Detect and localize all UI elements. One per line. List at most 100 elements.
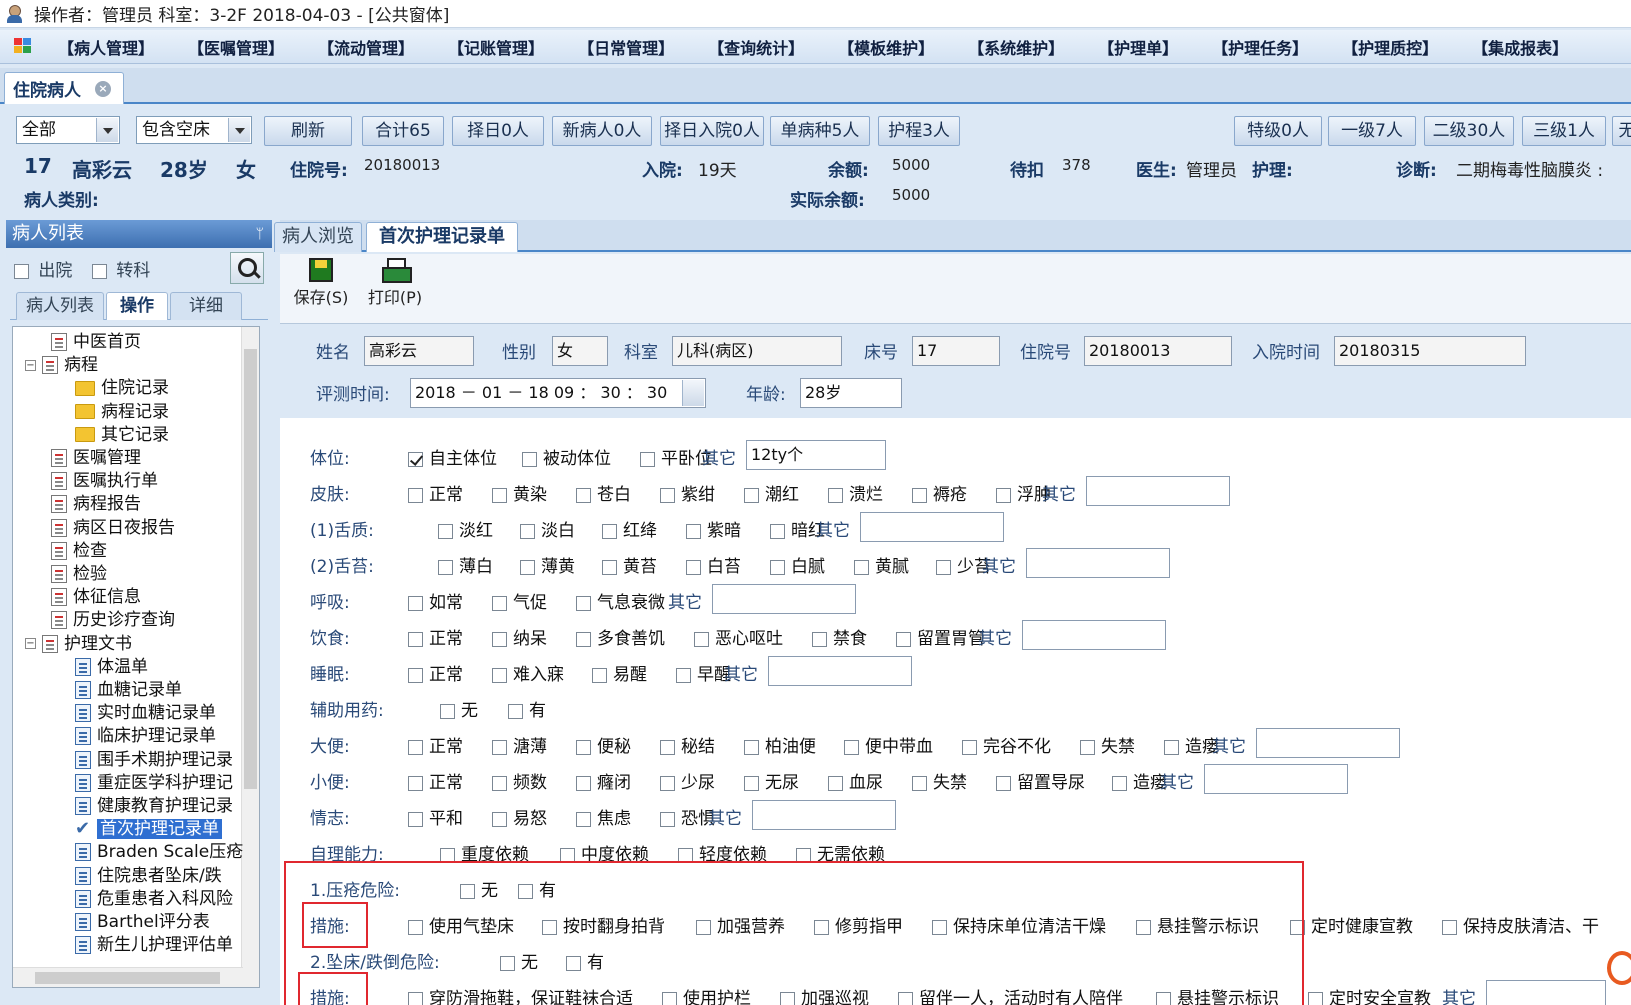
- option-8[interactable]: 造瘘: [1164, 732, 1219, 757]
- option-7[interactable]: 失禁: [1080, 732, 1135, 757]
- eval-time-picker[interactable]: 2018 － 01 － 18 09 ： 30 ： 30: [410, 378, 706, 408]
- other-input[interactable]: [712, 584, 856, 614]
- option-checkbox[interactable]: [844, 739, 859, 755]
- option-checkbox[interactable]: [744, 739, 759, 755]
- tree-item[interactable]: 病区日夜报告: [51, 517, 175, 539]
- option-0[interactable]: 正常: [408, 624, 463, 649]
- other-input[interactable]: [1256, 728, 1400, 758]
- option-checkbox[interactable]: [602, 523, 617, 539]
- option-checkbox[interactable]: [744, 487, 759, 503]
- option-checkbox[interactable]: [408, 739, 423, 755]
- option-0[interactable]: 淡红: [438, 516, 493, 541]
- option-1[interactable]: 频数: [492, 768, 547, 793]
- level-button-0[interactable]: 特级0人: [1234, 116, 1322, 146]
- option-checkbox[interactable]: [676, 667, 691, 683]
- option-3[interactable]: 白苔: [686, 552, 741, 577]
- option-3[interactable]: 早醒: [676, 660, 731, 685]
- option-3[interactable]: 秘结: [660, 732, 715, 757]
- tree-item[interactable]: 医嘱管理: [51, 447, 141, 469]
- tree-item[interactable]: 病程记录: [75, 401, 169, 423]
- option-1[interactable]: 易怒: [492, 804, 547, 829]
- left-tab-1[interactable]: 操作: [106, 292, 168, 320]
- left-tab-2[interactable]: 详细: [170, 292, 242, 320]
- option-6[interactable]: 失禁: [912, 768, 967, 793]
- print-button[interactable]: 打印(P): [364, 258, 426, 308]
- option-checkbox[interactable]: [912, 487, 927, 503]
- option-3[interactable]: 少尿: [660, 768, 715, 793]
- tree-item[interactable]: 重症医学科护理记: [75, 772, 233, 794]
- option-0[interactable]: 正常: [408, 732, 463, 757]
- option-checkbox[interactable]: [640, 451, 655, 467]
- other-input[interactable]: [860, 512, 1004, 542]
- filter-button-0[interactable]: 刷新: [264, 116, 352, 146]
- option-checkbox[interactable]: [576, 739, 591, 755]
- tree-item[interactable]: 其它记录: [75, 424, 169, 446]
- option-checkbox[interactable]: [686, 559, 701, 575]
- filter-button-5[interactable]: 单病种5人: [770, 116, 870, 146]
- option-checkbox[interactable]: [1080, 739, 1095, 755]
- option-2[interactable]: 癃闭: [576, 768, 631, 793]
- option-1[interactable]: 淡白: [520, 516, 575, 541]
- option-checkbox[interactable]: [408, 451, 423, 467]
- option-5[interactable]: 便中带血: [844, 732, 933, 757]
- option-1[interactable]: 被动体位: [522, 444, 611, 469]
- tab-inpatients[interactable]: 住院病人 ×: [4, 72, 124, 104]
- other-input[interactable]: [768, 656, 912, 686]
- menu-item-0[interactable]: 【病人管理】: [58, 35, 154, 59]
- option-checkbox[interactable]: [660, 811, 675, 827]
- transfer-checkbox[interactable]: [91, 263, 107, 279]
- option-checkbox[interactable]: [694, 631, 709, 647]
- option-4[interactable]: 白腻: [770, 552, 825, 577]
- menu-item-10[interactable]: 【护理质控】: [1342, 35, 1438, 59]
- filter-button-6[interactable]: 护程3人: [878, 116, 960, 146]
- menu-item-11[interactable]: 【集成报表】: [1472, 35, 1568, 59]
- option-0[interactable]: 无: [440, 696, 478, 721]
- option-checkbox[interactable]: [576, 811, 591, 827]
- option-checkbox[interactable]: [1442, 919, 1457, 935]
- option-checkbox[interactable]: [576, 487, 591, 503]
- name-field[interactable]: 高彩云: [364, 336, 474, 366]
- option-5[interactable]: 血尿: [828, 768, 883, 793]
- option-checkbox[interactable]: [576, 775, 591, 791]
- vertical-scrollbar[interactable]: [241, 327, 259, 987]
- tree-item[interactable]: 检验: [51, 563, 107, 585]
- other-input[interactable]: [1486, 980, 1606, 1005]
- option-4[interactable]: 潮红: [744, 480, 799, 505]
- tree-item[interactable]: 新生儿护理评估单: [75, 934, 233, 956]
- option-checkbox[interactable]: [1164, 739, 1179, 755]
- horizontal-scrollbar[interactable]: [13, 967, 243, 987]
- option-checkbox[interactable]: [770, 559, 785, 575]
- option-checkbox[interactable]: [660, 487, 675, 503]
- bed-field[interactable]: 17: [912, 336, 1000, 366]
- option-checkbox[interactable]: [912, 775, 927, 791]
- tree-item[interactable]: 危重患者入科风险: [75, 888, 233, 910]
- close-icon[interactable]: ×: [95, 80, 111, 97]
- option-checkbox[interactable]: [770, 523, 785, 539]
- option-checkbox[interactable]: [996, 775, 1011, 791]
- other-input[interactable]: 12ty个: [746, 440, 886, 470]
- tree-item[interactable]: 住院患者坠床/跌: [75, 865, 222, 887]
- tree-item[interactable]: Barthel评分表: [75, 911, 210, 933]
- tree-item[interactable]: ✔ 首次护理记录单: [75, 818, 222, 840]
- search-icon[interactable]: [230, 252, 264, 284]
- option-0[interactable]: 正常: [408, 480, 463, 505]
- option-checkbox[interactable]: [828, 487, 843, 503]
- other-input[interactable]: [1022, 620, 1166, 650]
- option-7[interactable]: 留置导尿: [996, 768, 1085, 793]
- bed-filter-select[interactable]: 包含空床: [136, 116, 252, 144]
- tree-item[interactable]: 检查: [51, 540, 107, 562]
- option-8[interactable]: 造瘘: [1112, 768, 1167, 793]
- level-button-1[interactable]: 一级7人: [1328, 116, 1416, 146]
- save-button[interactable]: 保存(S): [290, 258, 352, 308]
- app-logo-icon[interactable]: [14, 37, 34, 56]
- option-checkbox[interactable]: [660, 739, 675, 755]
- option-1[interactable]: 难入寐: [492, 660, 564, 685]
- tree-item[interactable]: 中医首页: [51, 331, 141, 353]
- option-0[interactable]: 薄白: [438, 552, 493, 577]
- option-0[interactable]: 正常: [408, 660, 463, 685]
- tree-item[interactable]: 病程报告: [51, 493, 141, 515]
- option-5[interactable]: 留置胃管: [896, 624, 985, 649]
- menu-item-4[interactable]: 【日常管理】: [578, 35, 674, 59]
- chevron-down-icon[interactable]: [228, 118, 250, 142]
- option-checkbox[interactable]: [1112, 775, 1127, 791]
